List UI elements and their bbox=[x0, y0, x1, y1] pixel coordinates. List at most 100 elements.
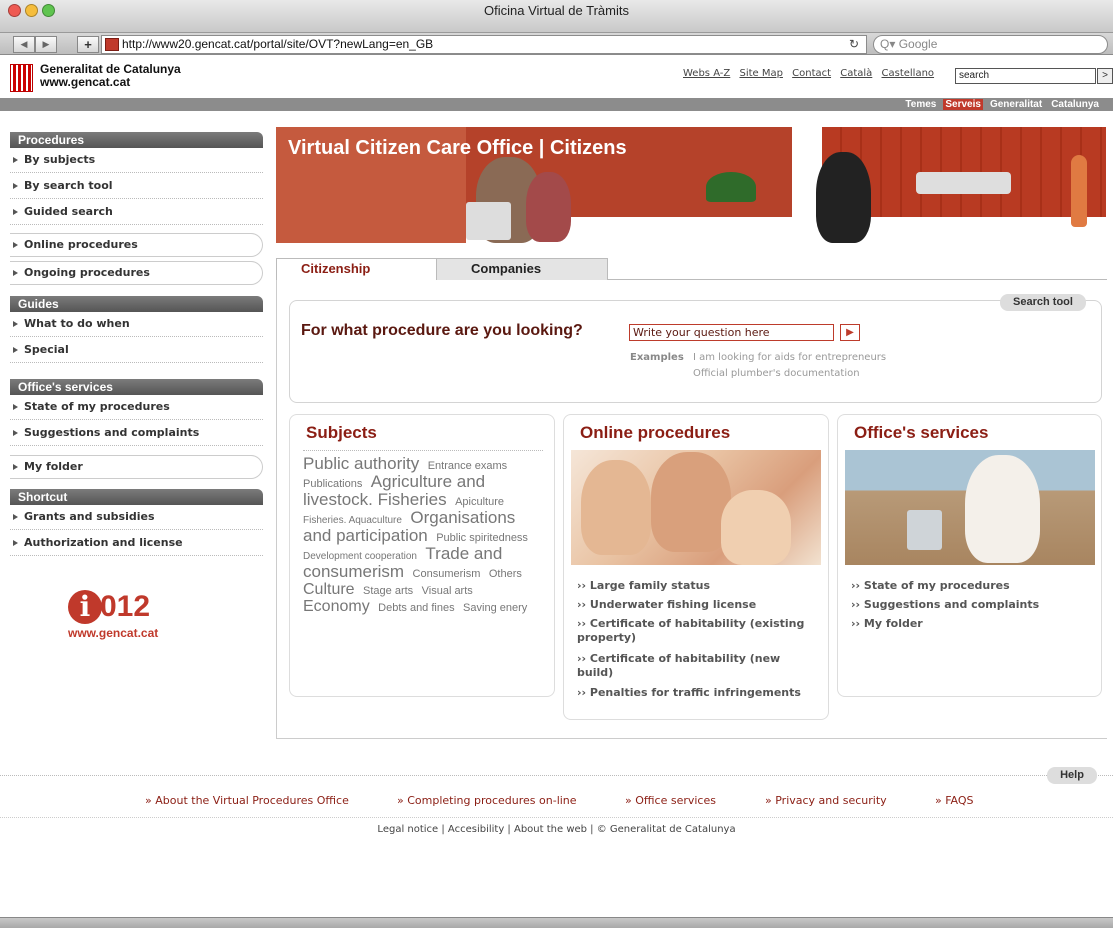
sidebar-item-authorization-and-license[interactable]: Authorization and license bbox=[10, 532, 263, 556]
subject-tag[interactable]: Development cooperation bbox=[303, 551, 417, 562]
footer-link[interactable]: » Privacy and security bbox=[765, 794, 887, 807]
topnav-serveis[interactable]: Serveis bbox=[943, 99, 983, 110]
subject-tag[interactable]: Publications bbox=[303, 478, 362, 490]
sidebar-item-what-to-do-when[interactable]: What to do when bbox=[10, 313, 263, 337]
info-012-url: www.gencat.cat bbox=[68, 626, 159, 640]
office-link[interactable]: ›› State of my procedures bbox=[851, 579, 1010, 593]
footer-link[interactable]: » About the Virtual Procedures Office bbox=[145, 794, 349, 807]
office-link[interactable]: ›› My folder bbox=[851, 617, 923, 631]
footer-link[interactable]: » Completing procedures on-line bbox=[397, 794, 577, 807]
subject-tag[interactable]: Culture bbox=[303, 581, 355, 598]
sidebar-item-state-of-my-procedures[interactable]: State of my procedures bbox=[10, 396, 263, 420]
online-link[interactable]: ›› Large family status bbox=[577, 579, 817, 593]
page-banner: Virtual Citizen Care Office | Citizens bbox=[276, 127, 1106, 243]
example-link[interactable]: I am looking for aids for entrepreneurs bbox=[693, 352, 886, 363]
page-title: Virtual Citizen Care Office | Citizens bbox=[288, 137, 627, 159]
subject-tag[interactable]: Entrance exams bbox=[428, 460, 507, 472]
plant-icon bbox=[706, 172, 756, 202]
subject-tag[interactable]: Public authority bbox=[303, 454, 419, 473]
subject-tag[interactable]: Fisheries. Aquaculture bbox=[303, 515, 402, 526]
header-links: Webs A-Z Site Map Contact Català Castell… bbox=[683, 68, 940, 79]
legal-links[interactable]: Legal notice | Accesibility | About the … bbox=[0, 824, 1113, 835]
sidebar-item-guided-search[interactable]: Guided search bbox=[10, 201, 263, 225]
office-services-photo bbox=[845, 450, 1095, 565]
search-go-button[interactable]: ▶ bbox=[840, 324, 860, 341]
subject-tag[interactable]: Economy bbox=[303, 598, 370, 615]
address-bar[interactable]: http://www20.gencat.cat/portal/site/OVT?… bbox=[101, 35, 867, 54]
tab-citizenship[interactable]: Citizenship bbox=[276, 258, 436, 281]
sidebar-item-by-search-tool[interactable]: By search tool bbox=[10, 175, 263, 199]
subject-tag[interactable]: Consumerism bbox=[413, 568, 481, 580]
help-button[interactable]: Help bbox=[1047, 767, 1097, 784]
banner-photo-man bbox=[1071, 155, 1087, 227]
search-question: For what procedure are you looking? bbox=[301, 322, 583, 339]
link-castellano[interactable]: Castellano bbox=[882, 68, 935, 79]
online-link[interactable]: ›› Underwater fishing license bbox=[577, 598, 817, 612]
subject-tag[interactable]: Apiculture bbox=[455, 496, 504, 508]
footer-link[interactable]: » FAQS bbox=[935, 794, 974, 807]
link-contact[interactable]: Contact bbox=[792, 68, 831, 79]
online-procedures-title: Online procedures bbox=[580, 423, 731, 442]
sofa-icon bbox=[916, 172, 1011, 194]
add-bookmark-button[interactable]: + bbox=[77, 36, 99, 53]
window-title: Oficina Virtual de Tràmits bbox=[484, 3, 629, 18]
address-url: http://www20.gencat.cat/portal/site/OVT?… bbox=[122, 37, 434, 51]
examples-label: Examples bbox=[630, 352, 684, 363]
sidebar-heading-guides: Guides bbox=[10, 296, 263, 312]
sidebar-item-my-folder[interactable]: My folder bbox=[10, 455, 263, 479]
link-site-map[interactable]: Site Map bbox=[739, 68, 782, 79]
site-favicon-icon bbox=[105, 38, 119, 51]
subjects-title: Subjects bbox=[306, 423, 377, 442]
site-search-button[interactable]: > bbox=[1097, 68, 1113, 84]
site-search-input[interactable]: search bbox=[955, 68, 1096, 84]
subjects-tag-cloud: Public authority Entrance exams Publicat… bbox=[303, 454, 541, 616]
sidebar-item-by-subjects[interactable]: By subjects bbox=[10, 149, 263, 173]
brand-text[interactable]: Generalitat de Catalunya www.gencat.cat bbox=[40, 63, 181, 89]
link-webs-az[interactable]: Webs A-Z bbox=[683, 68, 730, 79]
topnav-generalitat[interactable]: Generalitat bbox=[988, 99, 1044, 110]
sidebar-item-ongoing-procedures[interactable]: Ongoing procedures bbox=[10, 261, 263, 285]
online-link[interactable]: ›› Certificate of habitability (existing… bbox=[577, 617, 817, 645]
info-012-logo[interactable]: i 012 www.gencat.cat bbox=[68, 590, 188, 640]
browser-status-bar bbox=[0, 917, 1113, 928]
forward-button[interactable]: ▶ bbox=[35, 36, 57, 53]
footer-link[interactable]: » Office services bbox=[625, 794, 716, 807]
topnav-temes[interactable]: Temes bbox=[903, 99, 938, 110]
search-tool-button[interactable]: Search tool bbox=[1000, 294, 1086, 311]
sidebar-item-online-procedures[interactable]: Online procedures bbox=[10, 233, 263, 257]
sidebar-item-suggestions-and-complaints[interactable]: Suggestions and complaints bbox=[10, 422, 263, 446]
tab-companies[interactable]: Companies bbox=[436, 258, 608, 280]
brand-url: www.gencat.cat bbox=[40, 75, 131, 89]
generalitat-logo[interactable] bbox=[10, 64, 33, 92]
office-link[interactable]: ›› Suggestions and complaints bbox=[851, 598, 1039, 612]
online-link[interactable]: ›› Certificate of habitability (new buil… bbox=[577, 652, 817, 680]
sidebar-heading-procedures: Procedures bbox=[10, 132, 263, 148]
reload-icon[interactable]: ↻ bbox=[849, 36, 859, 53]
subject-tag[interactable]: Saving enery bbox=[463, 602, 527, 614]
banner-photo-child bbox=[526, 172, 571, 242]
topnav-catalunya[interactable]: Catalunya bbox=[1049, 99, 1101, 110]
sidebar-item-special[interactable]: Special bbox=[10, 339, 263, 363]
online-procedures-photo bbox=[571, 450, 821, 565]
subject-tag[interactable]: Visual arts bbox=[422, 585, 473, 597]
browser-toolbar: ◀ ▶ + http://www20.gencat.cat/portal/sit… bbox=[0, 33, 1113, 55]
example-link[interactable]: Official plumber's documentation bbox=[693, 368, 860, 379]
browser-search-field[interactable]: Q▾ Google bbox=[873, 35, 1108, 54]
subject-tag[interactable]: Public spiritedness bbox=[436, 532, 528, 544]
online-link[interactable]: ›› Penalties for traffic infringements bbox=[577, 686, 817, 700]
subject-tag[interactable]: Stage arts bbox=[363, 585, 413, 597]
banner-photo-woman bbox=[816, 152, 871, 243]
subject-tag[interactable]: Others bbox=[489, 568, 522, 580]
info-012-number: 012 bbox=[100, 590, 151, 623]
search-question-input[interactable]: Write your question here bbox=[629, 324, 834, 341]
subject-tag[interactable]: Debts and fines bbox=[378, 602, 454, 614]
office-services-title: Office's services bbox=[854, 423, 989, 442]
back-button[interactable]: ◀ bbox=[13, 36, 35, 53]
sidebar-heading-office-services: Office's services bbox=[10, 379, 263, 395]
link-catala[interactable]: Català bbox=[840, 68, 872, 79]
info-icon: i bbox=[68, 590, 102, 624]
window-titlebar: Oficina Virtual de Tràmits bbox=[0, 0, 1113, 33]
laptop-icon bbox=[466, 202, 511, 240]
sidebar-item-grants-and-subsidies[interactable]: Grants and subsidies bbox=[10, 506, 263, 530]
top-navigation-bar: Temes Serveis Generalitat Catalunya bbox=[0, 98, 1113, 111]
